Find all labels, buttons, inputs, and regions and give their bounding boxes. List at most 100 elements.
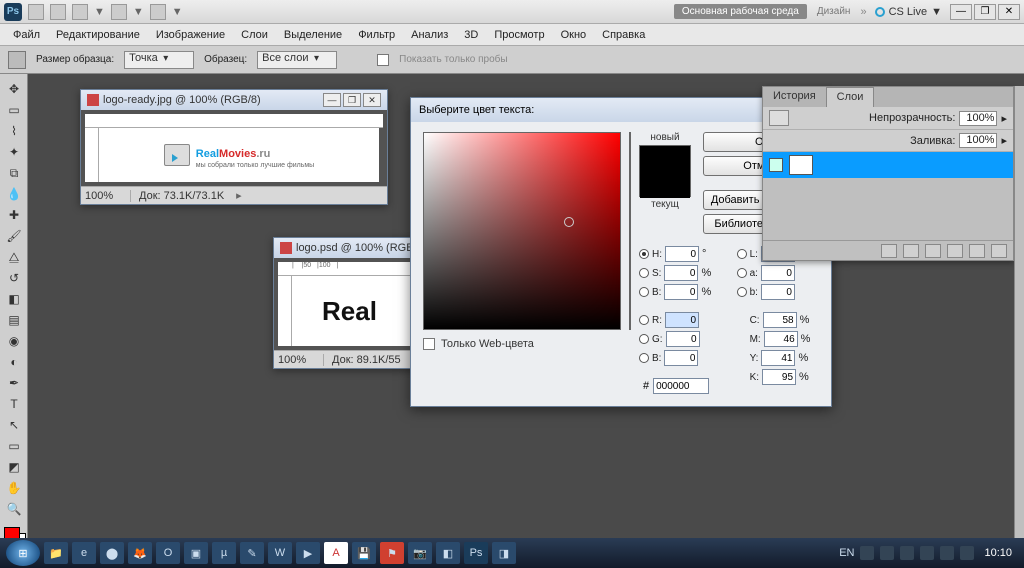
g-input[interactable] (666, 331, 700, 347)
doc2-zoom[interactable]: 100% (274, 354, 324, 366)
menu-file[interactable]: Файл (6, 27, 47, 43)
layer-item[interactable] (763, 152, 1013, 178)
bar-icon[interactable] (72, 4, 88, 20)
tray-icon[interactable] (860, 546, 874, 560)
eyedropper-tool[interactable]: 💧 (2, 184, 26, 204)
k-input[interactable] (762, 369, 796, 385)
new-layer-icon[interactable] (969, 244, 985, 258)
eraser-tool[interactable]: ◧ (2, 289, 26, 309)
taskbar-icon[interactable]: ▣ (184, 542, 208, 564)
tray-icon[interactable] (880, 546, 894, 560)
menu-3d[interactable]: 3D (457, 27, 485, 43)
s-radio[interactable] (639, 268, 649, 278)
a-input[interactable] (761, 265, 795, 281)
minimize-button[interactable]: — (950, 4, 972, 20)
dock-strip[interactable] (1014, 86, 1024, 546)
r-input[interactable] (665, 312, 699, 328)
mask-icon[interactable] (925, 244, 941, 258)
maximize-button[interactable]: ❐ (974, 4, 996, 20)
folder-icon[interactable] (947, 244, 963, 258)
layers-list[interactable] (763, 178, 1013, 240)
shape-tool[interactable]: ▭ (2, 436, 26, 456)
tray-icon[interactable] (920, 546, 934, 560)
taskbar-icon[interactable]: ◨ (492, 542, 516, 564)
layer-thumbnail[interactable] (789, 155, 813, 175)
lab-b-radio[interactable] (737, 287, 747, 297)
trash-icon[interactable] (991, 244, 1007, 258)
taskbar-icon[interactable]: ⬤ (100, 542, 124, 564)
hue-slider[interactable] (629, 132, 631, 330)
healing-tool[interactable]: ✚ (2, 205, 26, 225)
opacity-input[interactable]: 100% (959, 111, 997, 126)
language-indicator[interactable]: EN (839, 547, 854, 559)
doc1-titlebar[interactable]: logo-ready.jpg @ 100% (RGB/8) — ❐ ✕ (81, 90, 387, 110)
doc-close-button[interactable]: ✕ (363, 93, 381, 107)
tray-icon[interactable] (940, 546, 954, 560)
doc1-canvas[interactable]: RealMovies.ru мы собрали только лучшие ф… (99, 128, 379, 182)
menu-layers[interactable]: Слои (234, 27, 275, 43)
close-button[interactable]: ✕ (998, 4, 1020, 20)
web-only-checkbox[interactable] (423, 338, 435, 350)
hex-input[interactable] (653, 378, 709, 394)
wand-tool[interactable]: ✦ (2, 142, 26, 162)
gradient-tool[interactable]: ▤ (2, 310, 26, 330)
tray-icon[interactable] (900, 546, 914, 560)
l-radio[interactable] (737, 249, 747, 259)
hand-tool[interactable]: ✋ (2, 478, 26, 498)
dodge-tool[interactable]: ◐ (2, 352, 26, 372)
taskbar-icon[interactable]: ✎ (240, 542, 264, 564)
g-radio[interactable] (639, 334, 649, 344)
type-tool[interactable]: T (2, 394, 26, 414)
m-input[interactable] (764, 331, 798, 347)
h-radio[interactable] (639, 249, 649, 259)
menu-view[interactable]: Просмотр (487, 27, 551, 43)
tab-layers[interactable]: Слои (826, 87, 875, 107)
blur-tool[interactable]: ◉ (2, 331, 26, 351)
bv-input[interactable] (664, 284, 698, 300)
taskbar-icon[interactable]: ▶ (296, 542, 320, 564)
doc-max-button[interactable]: ❐ (343, 93, 361, 107)
system-tray[interactable]: EN (839, 546, 974, 560)
menu-window[interactable]: Окно (554, 27, 594, 43)
taskbar-icon[interactable]: 🦊 (128, 542, 152, 564)
tray-icon[interactable] (960, 546, 974, 560)
taskbar-icon[interactable]: µ (212, 542, 236, 564)
link-icon[interactable] (881, 244, 897, 258)
bv-radio[interactable] (639, 287, 649, 297)
show-sample-checkbox[interactable] (377, 54, 389, 66)
sample-size-select[interactable]: Точка ▾ (124, 51, 194, 69)
doc1-zoom[interactable]: 100% (81, 190, 131, 202)
menu-edit[interactable]: Редактирование (49, 27, 147, 43)
move-tool[interactable]: ✥ (2, 79, 26, 99)
pen-tool[interactable]: ✒ (2, 373, 26, 393)
blend-mode-select[interactable] (769, 110, 789, 126)
menu-select[interactable]: Выделение (277, 27, 349, 43)
r-radio[interactable] (639, 315, 649, 325)
history-brush-tool[interactable]: ↺ (2, 268, 26, 288)
fx-icon[interactable] (903, 244, 919, 258)
start-button[interactable]: ⊞ (6, 540, 40, 566)
brush-tool[interactable]: 🖌 (2, 226, 26, 246)
bar-icon[interactable] (150, 4, 166, 20)
c-input[interactable] (763, 312, 797, 328)
bar-icon[interactable] (111, 4, 127, 20)
taskbar-icon[interactable]: A (324, 542, 348, 564)
color-marker[interactable] (564, 217, 574, 227)
tool-preset-icon[interactable] (8, 51, 26, 69)
lab-b-input[interactable] (761, 284, 795, 300)
document-window-1[interactable]: logo-ready.jpg @ 100% (RGB/8) — ❐ ✕ Real… (80, 89, 388, 205)
h-input[interactable] (665, 246, 699, 262)
taskbar-photoshop[interactable]: Ps (464, 542, 488, 564)
taskbar-icon[interactable]: W (268, 542, 292, 564)
layers-panel[interactable]: История Слои Непрозрачность: 100%▸ Залив… (762, 86, 1014, 261)
clock[interactable]: 10:10 (978, 547, 1018, 559)
menu-analysis[interactable]: Анализ (404, 27, 455, 43)
bar-icon[interactable] (50, 4, 66, 20)
menu-help[interactable]: Справка (595, 27, 652, 43)
lasso-tool[interactable]: ⌇ (2, 121, 26, 141)
taskbar-icon[interactable]: 💾 (352, 542, 376, 564)
cslive-button[interactable]: CS Live▼ (875, 6, 942, 18)
stamp-tool[interactable]: ⧋ (2, 247, 26, 267)
3d-tool[interactable]: ◩ (2, 457, 26, 477)
a-radio[interactable] (737, 268, 747, 278)
